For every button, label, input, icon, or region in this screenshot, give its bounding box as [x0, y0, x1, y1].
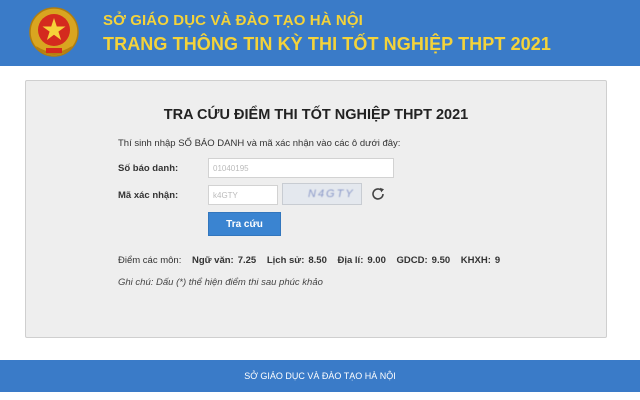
subject-score: 9.00 — [367, 255, 386, 266]
score-result: Điểm các môn: Ngữ văn: 7.25 Lịch sử: 8.50 … — [118, 255, 500, 266]
site-footer: SỞ GIÁO DỤC VÀ ĐÀO TẠO HÀ NỘI — [0, 360, 640, 392]
subject-name: Lịch sử: — [266, 255, 305, 266]
scores-label: Điểm các môn: — [118, 255, 182, 266]
captcha-label: Mã xác nhận: — [118, 190, 179, 201]
footer-text: SỞ GIÁO DỤC VÀ ĐÀO TẠO HÀ NỘI — [244, 371, 396, 381]
site-header: SỞ GIÁO DỤC VÀ ĐÀO TẠO HÀ NỘI TRANG THÔN… — [0, 0, 640, 66]
subject-score: 9 — [494, 255, 501, 266]
subject-name: KHXH: — [460, 255, 491, 266]
instruction-text: Thí sinh nhập SỐ BÁO DANH và mã xác nhận… — [118, 138, 401, 149]
lookup-panel: TRA CỨU ĐIỂM THI TỐT NGHIỆP THPT 2021 Th… — [25, 80, 607, 338]
subject-score: 8.50 — [308, 255, 327, 266]
subject-name: Ngữ văn: — [192, 255, 234, 266]
captcha-image: N4GTY — [282, 183, 362, 205]
site-title: TRANG THÔNG TIN KỲ THI TỐT NGHIỆP THPT 2… — [103, 34, 552, 54]
subject-score: 7.25 — [237, 255, 257, 266]
note-text: Ghi chú: Dấu (*) thể hiện điểm thi sau p… — [118, 277, 323, 288]
subject-name: Địa lí: — [337, 255, 364, 266]
subject-name: GDCD: — [396, 255, 428, 266]
panel-title: TRA CỨU ĐIỂM THI TỐT NGHIỆP THPT 2021 — [163, 107, 469, 123]
sbd-input[interactable] — [208, 158, 394, 178]
subject-score: 9.50 — [431, 255, 451, 266]
refresh-icon[interactable] — [370, 186, 386, 202]
national-emblem-icon — [29, 7, 79, 57]
org-name: SỞ GIÁO DỤC VÀ ĐÀO TẠO HÀ NỘI — [103, 12, 363, 29]
sbd-label: Số báo danh: — [118, 163, 179, 174]
captcha-text: N4GTY — [308, 188, 355, 200]
captcha-input[interactable] — [208, 185, 278, 205]
search-button[interactable]: Tra cứu — [208, 212, 281, 236]
